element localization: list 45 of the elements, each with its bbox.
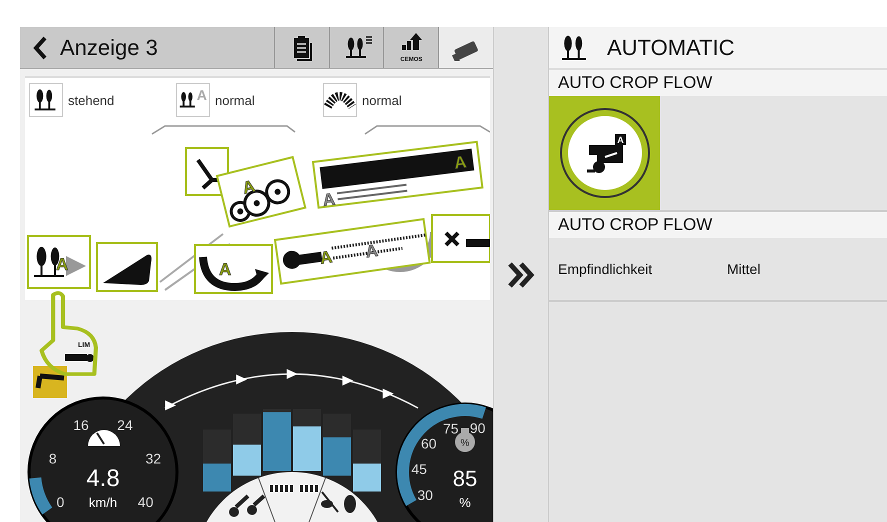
speedometer-icon bbox=[88, 430, 120, 446]
flow-arrow-icon bbox=[236, 374, 248, 384]
engine-load-value: 85 bbox=[452, 466, 478, 491]
back-button[interactable]: Anzeige 3 bbox=[20, 27, 274, 68]
gauge-tick-label: 60 bbox=[420, 436, 437, 452]
gauge-tick-label: 30 bbox=[417, 487, 433, 503]
crop-setting-value: normal bbox=[215, 92, 255, 108]
flow-arrow-icon bbox=[342, 376, 354, 386]
harvester-icon bbox=[586, 145, 622, 173]
gauge-tick-label: 0 bbox=[56, 494, 64, 510]
separation-drawing[interactable]: A A bbox=[312, 140, 484, 210]
gauge-tick-label: 45 bbox=[411, 460, 427, 477]
gauge-tick-label: 16 bbox=[73, 416, 89, 433]
engine-load-unit: % bbox=[459, 495, 471, 510]
camera-tab[interactable] bbox=[438, 27, 494, 68]
flow-arrow-icon bbox=[286, 369, 298, 379]
limit-machine-icon bbox=[65, 354, 94, 362]
crop-setting-value: stehend bbox=[68, 92, 114, 108]
double-chevron-icon[interactable] bbox=[506, 260, 536, 290]
auto-crop-flow-button[interactable]: A bbox=[549, 96, 660, 210]
section-title: AUTO CROP FLOW bbox=[549, 70, 887, 96]
chopper-drawing[interactable] bbox=[431, 214, 490, 263]
auto-badge: A bbox=[614, 134, 626, 145]
flow-arrow-icon bbox=[382, 388, 394, 399]
straw-icon[interactable] bbox=[323, 83, 357, 118]
gauge-tick-label: 32 bbox=[145, 450, 162, 467]
back-chevron-icon bbox=[32, 36, 48, 60]
setting-label: Empfindlichkeit bbox=[558, 261, 654, 277]
panel-title: AUTOMATIC bbox=[607, 34, 735, 60]
warning-tile-icon bbox=[33, 366, 67, 398]
plant-icon bbox=[321, 491, 356, 513]
gauge-tick-label: 40 bbox=[138, 494, 154, 510]
gauge-tick-label: 24 bbox=[117, 416, 133, 433]
stone-trap-drawing[interactable] bbox=[185, 147, 229, 196]
speed-unit: km/h bbox=[88, 495, 118, 510]
speed-value: 4.8 bbox=[86, 465, 120, 492]
feeder-drawing[interactable] bbox=[96, 242, 158, 292]
gauge-tick-label: 8 bbox=[48, 450, 57, 467]
flow-arrow-icon bbox=[165, 400, 176, 410]
setting-value[interactable]: Mittel bbox=[727, 261, 760, 277]
crop-setting-value: normal bbox=[362, 92, 402, 108]
section-title: AUTO CROP FLOW bbox=[549, 212, 887, 238]
gears-icon bbox=[229, 494, 266, 517]
rotor-grate-icon bbox=[270, 485, 318, 492]
crop-icon[interactable] bbox=[29, 83, 63, 118]
